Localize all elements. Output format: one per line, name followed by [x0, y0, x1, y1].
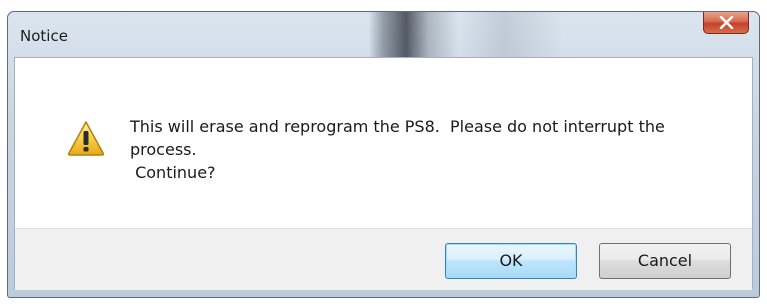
message-line: This will erase and reprogram the PS8. P… — [130, 117, 665, 136]
ok-button[interactable]: OK — [445, 243, 577, 279]
title-bar[interactable]: Notice — [8, 12, 759, 58]
message-area: This will erase and reprogram the PS8. P… — [15, 58, 752, 228]
warning-icon — [67, 121, 105, 156]
notice-dialog: Notice This will erase and reprogram the… — [7, 11, 760, 298]
dialog-title: Notice — [20, 27, 68, 45]
close-icon — [719, 16, 734, 29]
close-button[interactable] — [703, 12, 749, 34]
message-line: process. — [130, 140, 197, 159]
cancel-button[interactable]: Cancel — [599, 243, 731, 279]
message-text: This will erase and reprogram the PS8. P… — [130, 115, 730, 184]
message-line: Continue? — [130, 163, 216, 182]
dialog-body: This will erase and reprogram the PS8. P… — [14, 57, 753, 290]
button-bar: OK Cancel — [15, 228, 752, 290]
